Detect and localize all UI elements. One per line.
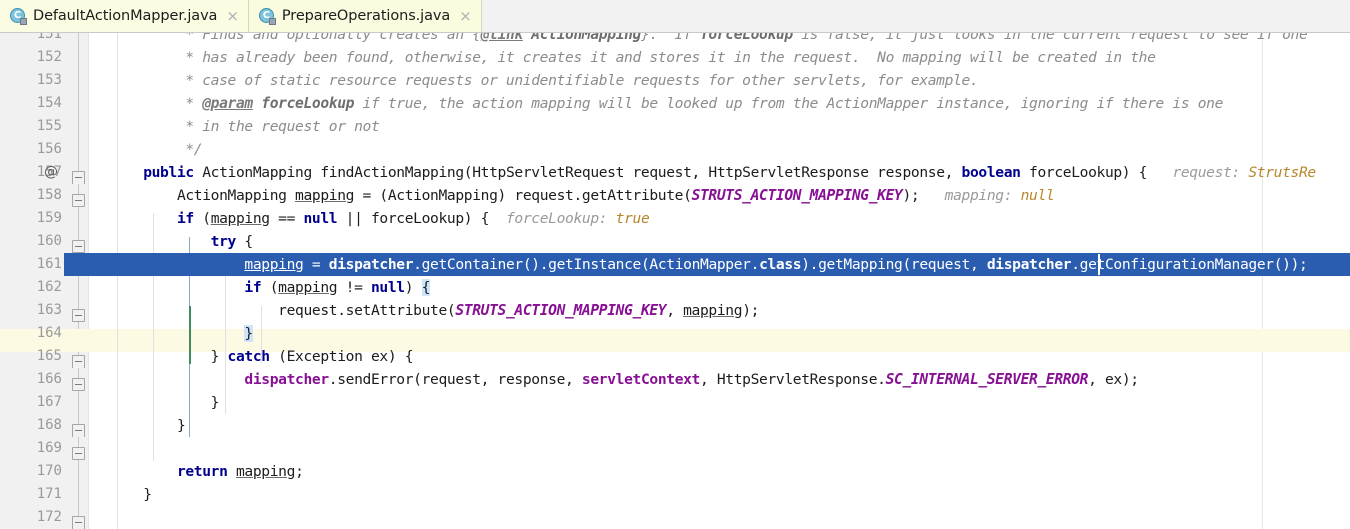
line-number: 169: [36, 440, 62, 456]
line-number: 167: [36, 394, 62, 410]
text-caret: [1098, 254, 1100, 275]
close-icon[interactable]: ×: [457, 8, 472, 24]
editor-tab-default-action-mapper[interactable]: C DefaultActionMapper.java ×: [0, 0, 249, 32]
line-number: 163: [36, 302, 62, 318]
code-line-171[interactable]: 171 }: [0, 483, 1350, 506]
annotation-gutter-marker[interactable]: @: [42, 161, 60, 184]
code-line-165[interactable]: 165 } catch (Exception ex) {: [0, 345, 1350, 368]
line-number: 165: [36, 348, 62, 364]
code-line-153[interactable]: 153 * case of static resource requests o…: [0, 69, 1350, 92]
code-line-167[interactable]: 167 }: [0, 391, 1350, 414]
code-line-157[interactable]: 157 @ public ActionMapping findActionMap…: [0, 161, 1350, 184]
line-number: 154: [36, 95, 62, 111]
line-number: 172: [36, 509, 62, 525]
code-line-151[interactable]: 151 * Finds and optionally creates an {@…: [0, 33, 1350, 46]
line-number: 161: [36, 256, 62, 272]
code-line-160[interactable]: 160 try {: [0, 230, 1350, 253]
line-number: 158: [36, 187, 62, 203]
line-number: 160: [36, 233, 62, 249]
line-number: 168: [36, 417, 62, 433]
line-number: 166: [36, 371, 62, 387]
code-editor[interactable]: 151 * Finds and optionally creates an {@…: [0, 33, 1350, 529]
code-line-170[interactable]: 170 return mapping;: [0, 460, 1350, 483]
selected-code-text: mapping = dispatcher.getContainer().getI…: [244, 256, 1308, 273]
code-line-158[interactable]: 158 ActionMapping mapping = (ActionMappi…: [0, 184, 1350, 207]
editor-tab-bar: C DefaultActionMapper.java × C PrepareOp…: [0, 0, 1350, 33]
line-number: 153: [36, 72, 62, 88]
code-line-166[interactable]: 166 dispatcher.sendError(request, respon…: [0, 368, 1350, 391]
close-icon[interactable]: ×: [224, 8, 239, 24]
line-number: 159: [36, 210, 62, 226]
line-number: 152: [36, 49, 62, 65]
code-line-155[interactable]: 155 * in the request or not: [0, 115, 1350, 138]
line-number: 171: [36, 486, 62, 502]
editor-tab-label: PrepareOperations.java: [281, 8, 451, 24]
code-line-154[interactable]: 154 * @param forceLookup if true, the ac…: [0, 92, 1350, 115]
code-line-156[interactable]: 156 */: [0, 138, 1350, 161]
line-number: 164: [36, 325, 62, 341]
line-number: 151: [36, 33, 62, 42]
code-line-169[interactable]: 169: [0, 437, 1350, 460]
java-class-icon: C: [258, 8, 276, 25]
code-line-163[interactable]: 163 request.setAttribute(STRUTS_ACTION_M…: [0, 299, 1350, 322]
code-line-152[interactable]: 152 * has already been found, otherwise,…: [0, 46, 1350, 69]
editor-tab-prepare-operations[interactable]: C PrepareOperations.java ×: [248, 0, 482, 32]
java-class-icon: C: [10, 8, 27, 25]
line-number: 162: [36, 279, 62, 295]
code-line-159[interactable]: 159 if (mapping == null || forceLookup) …: [0, 207, 1350, 230]
line-number: 156: [36, 141, 62, 157]
code-line-168[interactable]: 168 }: [0, 414, 1350, 437]
line-number: 170: [36, 463, 62, 479]
code-line-164[interactable]: 164 }: [0, 322, 1350, 345]
code-line-162[interactable]: 162 if (mapping != null) {: [0, 276, 1350, 299]
line-number: 155: [36, 118, 62, 134]
code-line-161-selected[interactable]: 161 mapping = dispatcher.getContainer().…: [0, 253, 1350, 276]
editor-tab-label: DefaultActionMapper.java: [33, 8, 218, 24]
code-line-172[interactable]: 172: [0, 506, 1350, 529]
